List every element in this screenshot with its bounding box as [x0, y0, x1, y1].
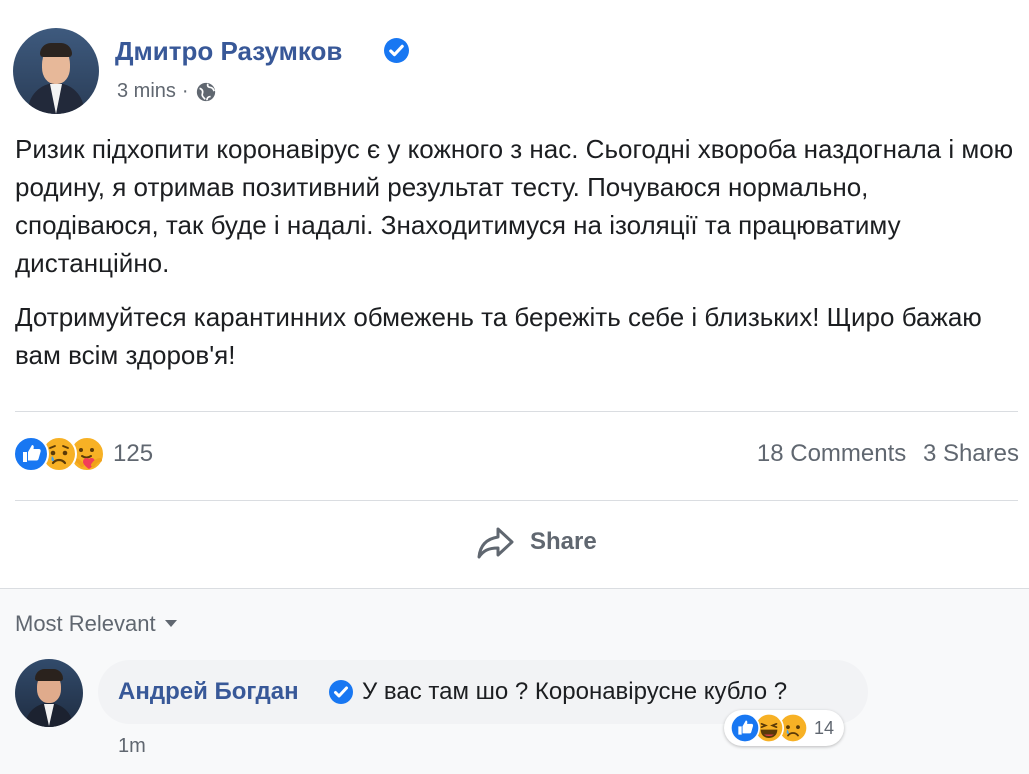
post-stats: 18 Comments 3 Shares	[747, 440, 1019, 468]
reactions-summary[interactable]: 125	[13, 434, 153, 474]
comment-sort-label: Most Relevant	[15, 611, 156, 636]
like-icon	[13, 436, 49, 472]
comments-count[interactable]: 18 Comments	[757, 440, 906, 467]
post-timestamp[interactable]: 3 mins	[117, 80, 176, 103]
post-paragraph: Дотримуйтеся карантинних обмежень та бер…	[15, 302, 982, 370]
post-meta: 3 mins ·	[117, 80, 217, 103]
divider	[15, 411, 1018, 412]
divider	[0, 588, 1029, 589]
reaction-count: 125	[113, 440, 154, 467]
globe-icon[interactable]	[195, 81, 217, 103]
verified-badge-icon	[384, 38, 409, 63]
comment-timestamp[interactable]: 1m	[118, 735, 146, 758]
author-name[interactable]: Дмитро Разумков	[115, 36, 342, 67]
caret-down-icon	[164, 620, 177, 627]
post-card: Дмитро Разумков 3 mins · Ризик підхопити…	[0, 0, 1029, 774]
shares-count[interactable]: 3 Shares	[923, 440, 1019, 467]
meta-separator: ·	[181, 80, 189, 102]
share-button[interactable]: Share	[476, 524, 597, 560]
comment-reactions[interactable]: 14	[724, 710, 845, 746]
like-icon	[730, 713, 760, 743]
comment-text: У вас там шо ? Коронавірусне кубло ?	[362, 678, 788, 705]
commenter-name[interactable]: Андрей Богдан	[118, 678, 299, 706]
post-body: Ризик підхопити коронавірус є у кожного …	[15, 130, 1015, 390]
share-icon	[477, 527, 514, 559]
comment-sort-dropdown[interactable]: Most Relevant	[15, 611, 178, 637]
comment-reaction-count: 14	[814, 717, 835, 738]
verified-badge-icon	[329, 680, 353, 704]
commenter-avatar[interactable]	[15, 659, 83, 727]
share-label: Share	[530, 528, 597, 555]
divider	[15, 500, 1018, 501]
author-avatar[interactable]	[13, 28, 99, 114]
post-paragraph: Ризик підхопити коронавірус є у кожного …	[15, 134, 1014, 278]
